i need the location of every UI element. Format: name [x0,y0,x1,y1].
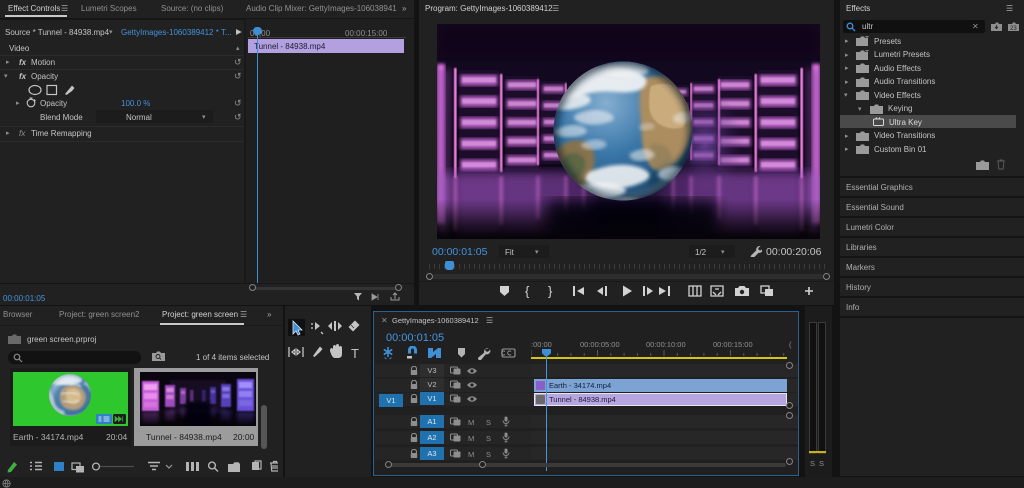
svg-text:}: } [548,284,553,299]
svg-text:{: { [525,284,530,299]
svg-text:T: T [351,346,359,361]
svg-text:23: 23 [1010,26,1017,32]
